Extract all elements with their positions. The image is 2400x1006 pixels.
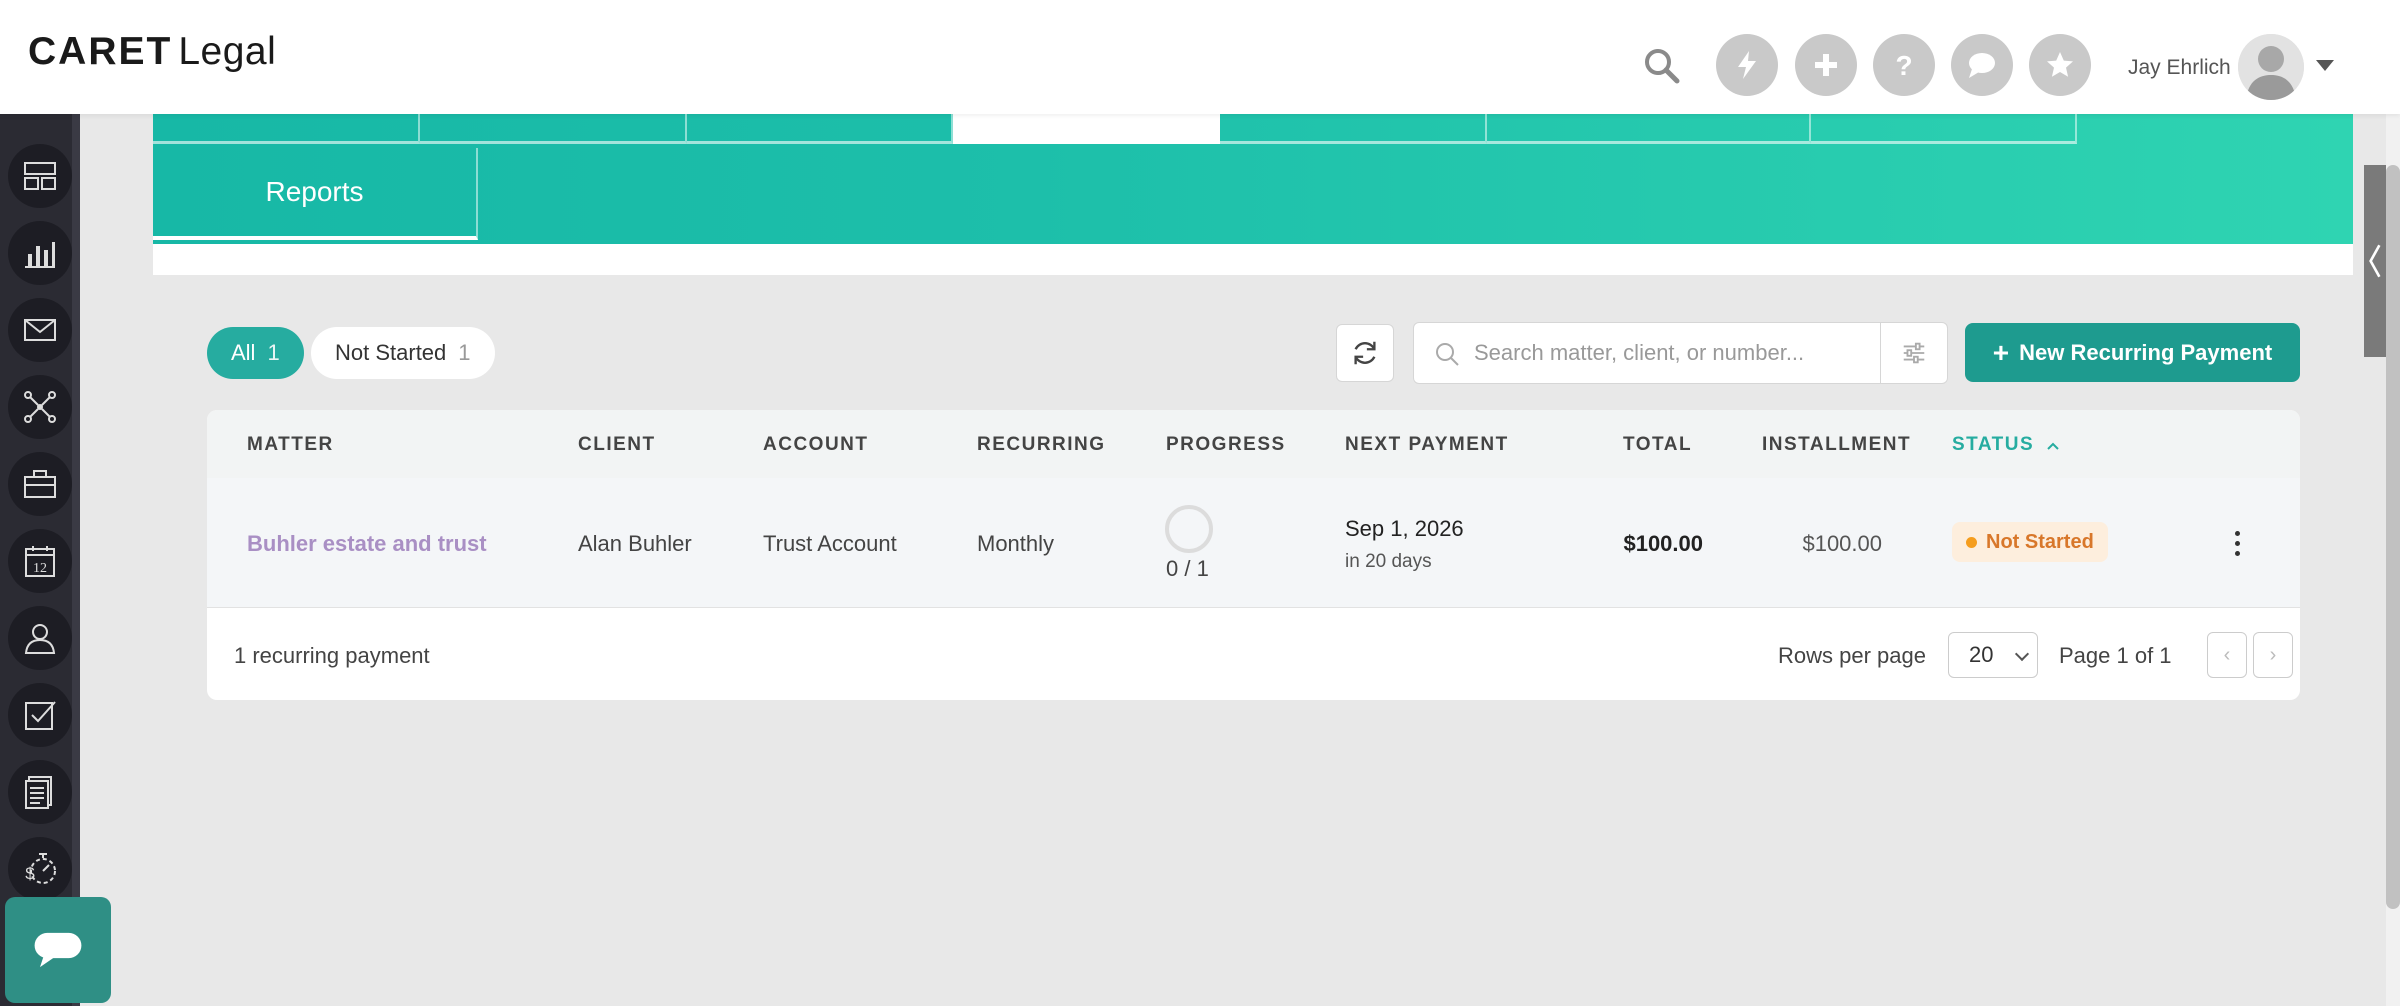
mail-icon[interactable] [8, 298, 72, 362]
chevron-left-icon [2369, 244, 2381, 278]
col-total[interactable]: TOTAL [1623, 434, 1692, 456]
filter-not-started-pill[interactable]: Not Started 1 [311, 327, 495, 379]
filter-options-button[interactable] [1880, 322, 1948, 384]
page-info: Page 1 of 1 [2059, 643, 2172, 668]
billing-time-icon[interactable]: $ [8, 837, 72, 901]
tasks-icon[interactable] [8, 683, 72, 747]
documents-icon[interactable] [8, 760, 72, 824]
col-progress[interactable]: PROGRESS [1166, 434, 1286, 456]
refresh-icon [1354, 341, 1376, 365]
prev-page-button[interactable]: ‹ [2207, 632, 2247, 678]
refresh-button[interactable] [1336, 324, 1394, 382]
col-next-payment[interactable]: NEXT PAYMENT [1345, 434, 1509, 456]
next-page-button[interactable]: › [2253, 632, 2293, 678]
search-input[interactable] [1474, 340, 1880, 366]
recurring-payments-table: MATTER CLIENT ACCOUNT RECURRING PROGRESS… [207, 410, 2300, 700]
tab-reports[interactable]: Reports [153, 148, 478, 240]
search-icon [1436, 343, 1459, 366]
search-field[interactable] [1413, 322, 1881, 384]
plus-icon[interactable] [1795, 34, 1857, 96]
new-recurring-payment-label: New Recurring Payment [2019, 339, 2273, 365]
module-tab[interactable] [1220, 114, 1487, 144]
account-cell: Trust Account [763, 531, 897, 556]
plus-icon: + [1992, 336, 2010, 368]
col-recurring[interactable]: RECURRING [977, 434, 1106, 456]
next-payment-date: Sep 1, 2026 [1345, 516, 1464, 541]
table-header: MATTER CLIENT ACCOUNT RECURRING PROGRESS… [207, 410, 2300, 478]
contacts-icon[interactable] [8, 606, 72, 670]
row-actions-menu-icon[interactable] [2225, 518, 2249, 568]
total-cell: $100.00 [1623, 531, 1703, 556]
sliders-icon [1903, 342, 1925, 364]
sidebar-scrollbar[interactable] [72, 114, 80, 1006]
filter-all-count: 1 [267, 340, 280, 365]
reports-icon[interactable] [8, 221, 72, 285]
calendar-day: 12 [33, 561, 47, 576]
new-recurring-payment-button[interactable]: + New Recurring Payment [1965, 323, 2300, 382]
user-menu-caret-icon[interactable] [2316, 60, 2334, 71]
chat-widget-button[interactable] [5, 897, 111, 1003]
chat-icon[interactable] [1951, 34, 2013, 96]
svg-text:?: ? [1895, 50, 1912, 81]
filter-not-started-label: Not Started [335, 340, 447, 365]
table-row[interactable]: Buhler estate and trust Alan Buhler Trus… [207, 478, 2300, 608]
module-tab-row [153, 114, 2077, 144]
record-count: 1 recurring payment [234, 643, 430, 668]
network-icon[interactable] [8, 375, 72, 439]
col-status[interactable]: STATUS [1952, 434, 2059, 456]
col-matter[interactable]: MATTER [247, 434, 334, 456]
filter-all-label: All [231, 340, 256, 365]
col-client[interactable]: CLIENT [578, 434, 656, 456]
module-tab[interactable] [1487, 114, 1811, 144]
dashboard-icon[interactable] [8, 144, 72, 208]
briefcase-icon[interactable] [8, 452, 72, 516]
rows-per-page-value: 20 [1969, 642, 1994, 667]
sort-ascending-icon [2047, 442, 2059, 450]
progress-ring [1165, 505, 1213, 553]
col-installment[interactable]: INSTALLMENT [1762, 434, 1911, 456]
calendar-icon[interactable]: 12 [8, 529, 72, 593]
recurring-cell: Monthly [977, 531, 1055, 556]
installment-cell: $100.00 [1802, 531, 1882, 556]
chat-bubble-icon [34, 932, 82, 968]
help-icon[interactable]: ? [1873, 34, 1935, 96]
lightning-icon[interactable] [1716, 34, 1778, 96]
search-icon[interactable] [1642, 46, 1682, 86]
app-logo[interactable]: CARET Legal [28, 30, 276, 74]
filter-not-started-count: 1 [458, 340, 471, 365]
rows-per-page-label: Rows per page [1778, 643, 1926, 668]
page-scrollbar-thumb[interactable] [2386, 165, 2400, 909]
progress-text: 0 / 1 [1166, 556, 1209, 581]
filter-all-pill[interactable]: All 1 [207, 327, 304, 379]
client-cell: Alan Buhler [578, 531, 692, 556]
col-status-label: STATUS [1952, 434, 2035, 455]
module-tab[interactable] [153, 114, 420, 144]
logo-brand: CARET [28, 30, 173, 73]
avatar[interactable] [2238, 34, 2304, 100]
status-label: Not Started [1986, 530, 2094, 553]
module-tab[interactable] [687, 114, 953, 144]
status-dot [1966, 536, 1977, 548]
col-account[interactable]: ACCOUNT [763, 434, 869, 456]
next-payment-relative: in 20 days [1345, 551, 1432, 572]
module-tab[interactable] [1811, 114, 2077, 144]
svg-text:$: $ [25, 864, 35, 883]
logo-product: Legal [178, 30, 277, 73]
left-sidebar: 12 $ [0, 114, 80, 1006]
rows-per-page-select[interactable]: 20 [1948, 632, 2038, 678]
chevron-down-icon [2014, 646, 2030, 662]
top-bar: CARET Legal ? Jay Ehrlich [0, 0, 2400, 114]
status-badge: Not Started [1952, 522, 2108, 562]
module-tab-active[interactable] [953, 114, 1220, 144]
user-name[interactable]: Jay Ehrlich [2128, 56, 2231, 80]
module-tab[interactable] [420, 114, 687, 144]
collapse-panel-handle[interactable] [2364, 165, 2386, 357]
nav-bottom-strip [153, 244, 2353, 275]
star-icon[interactable] [2029, 34, 2091, 96]
matter-link[interactable]: Buhler estate and trust [247, 531, 487, 557]
